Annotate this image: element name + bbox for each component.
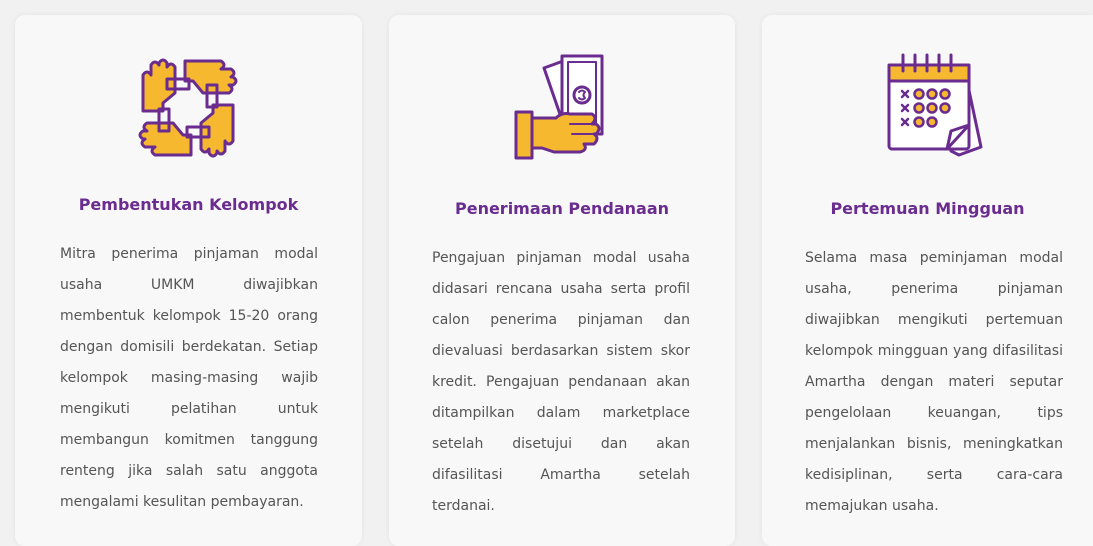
- card-title: Pembentukan Kelompok: [78, 195, 299, 214]
- card-description: Selama masa peminjaman modal usaha, pene…: [805, 250, 1063, 514]
- calendar-icon: [881, 51, 991, 161]
- feature-card-group-formation: Pembentukan Kelompok Mitra penerima pinj…: [15, 15, 362, 546]
- card-description: Pengajuan pinjaman modal usaha didasari …: [432, 250, 690, 514]
- hand-money-icon: [514, 52, 624, 162]
- card-title: Penerimaan Pendanaan: [454, 199, 669, 218]
- feature-card-weekly-meeting: Pertemuan Mingguan Selama masa peminjama…: [762, 15, 1093, 546]
- hands-teamwork-icon: [133, 53, 243, 163]
- card-title: Pertemuan Mingguan: [830, 199, 1025, 218]
- feature-card-funding: Penerimaan Pendanaan Pengajuan pinjaman …: [389, 15, 735, 546]
- card-description: Mitra penerima pinjaman modal usaha UMKM…: [60, 246, 318, 510]
- features-section: Pembentukan Kelompok Mitra penerima pinj…: [0, 0, 1093, 546]
